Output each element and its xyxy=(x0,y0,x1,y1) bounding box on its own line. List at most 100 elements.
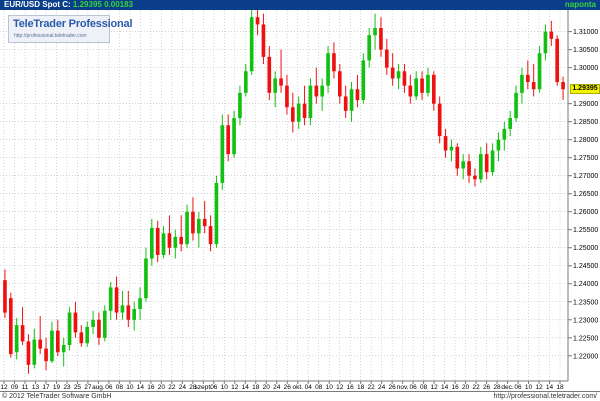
candle-up xyxy=(502,128,507,140)
symbol-readout: EUR/USD Spot C: 1.29395 0.00183 xyxy=(4,0,133,10)
candle-down xyxy=(73,312,78,333)
x-tick-label: 12 xyxy=(231,384,239,391)
candle-up xyxy=(273,78,278,93)
candle-down xyxy=(561,82,565,90)
candle-down xyxy=(443,136,448,151)
candle-down xyxy=(191,211,195,234)
x-tick-label: 27 xyxy=(84,384,92,391)
y-tick-label: 1.22000 xyxy=(573,353,598,360)
x-tick-label: 10 xyxy=(126,384,134,391)
candle-down xyxy=(167,233,172,248)
candle-down xyxy=(285,85,289,108)
candle-up xyxy=(214,182,219,245)
period-label: naponta xyxy=(564,0,596,9)
candle-up xyxy=(367,35,372,61)
y-tick-label: 1.24500 xyxy=(573,263,598,270)
logo-url: http://professional.teletrader.com xyxy=(14,33,87,39)
candle-down xyxy=(473,175,477,180)
x-tick-label: 25 xyxy=(74,384,82,391)
x-tick-label: 20 xyxy=(158,384,166,391)
x-tick-label: 16 xyxy=(451,384,459,391)
y-tick-label: 1.25500 xyxy=(573,227,598,234)
candle-down xyxy=(355,89,360,101)
candle-down xyxy=(402,71,407,86)
candle-up xyxy=(61,344,66,353)
candle-down xyxy=(302,103,307,119)
candle-up xyxy=(361,60,366,101)
candle-up xyxy=(396,71,401,79)
candle-down xyxy=(555,38,560,83)
candle-up xyxy=(349,89,354,111)
x-tick-label: 10 xyxy=(221,384,229,391)
candle-down xyxy=(114,287,119,313)
candle-up xyxy=(149,227,154,259)
candle-up xyxy=(132,308,137,320)
candle-up xyxy=(238,92,242,119)
candle-down xyxy=(484,154,489,173)
x-tick-label: 28 xyxy=(493,384,501,391)
x-tick-label: 11 xyxy=(22,384,29,391)
x-tick-label: 10 xyxy=(326,384,334,391)
candle-up xyxy=(138,298,142,309)
candle-up xyxy=(520,74,524,93)
candle-down xyxy=(208,226,213,245)
symbol-name: EUR/USD Spot xyxy=(4,0,60,9)
candle-down xyxy=(20,325,25,342)
y-tick-label: 1.28500 xyxy=(573,119,598,126)
x-tick-label: 12 xyxy=(336,384,344,391)
x-tick-label: 20 xyxy=(263,384,271,391)
candle-down xyxy=(26,341,31,365)
last-price-marker: 1.29395 xyxy=(570,84,600,95)
candle-up xyxy=(144,258,148,299)
candle-up xyxy=(490,150,495,173)
y-tick-label: 1.24000 xyxy=(573,281,598,288)
candle-up xyxy=(373,28,377,36)
candle-up xyxy=(220,125,225,183)
x-tick-label: 13 xyxy=(32,384,40,391)
candle-down xyxy=(337,71,342,97)
change-value: 0.00183 xyxy=(104,0,133,9)
candle-up xyxy=(173,236,178,248)
candle-down xyxy=(226,125,231,155)
candle-up xyxy=(514,92,518,119)
candle-up xyxy=(449,146,454,151)
candle-up xyxy=(326,53,330,86)
candle-up xyxy=(320,85,325,97)
candle-down xyxy=(420,78,424,93)
x-tick-label: 24 xyxy=(179,384,187,391)
x-tick-label: 23 xyxy=(63,384,71,391)
y-tick-label: 1.27500 xyxy=(573,155,598,162)
candle-down xyxy=(255,17,260,25)
candle-down xyxy=(455,146,460,169)
x-tick-label: 18 xyxy=(556,384,564,391)
x-tick-label: 26 xyxy=(284,384,292,391)
y-tick-label: 1.26000 xyxy=(573,209,598,216)
candle-up xyxy=(161,233,166,255)
x-tick-label: 22 xyxy=(368,384,376,391)
chart-header: EUR/USD Spot C: 1.29395 0.00183 naponta xyxy=(0,0,600,10)
candle-down xyxy=(384,49,389,68)
candle-down xyxy=(155,227,160,255)
y-tick-label: 1.30500 xyxy=(573,47,598,54)
y-tick-label: 1.25000 xyxy=(573,245,598,252)
candle-up xyxy=(508,118,513,129)
candlestick-chart[interactable]: 1.22000 1.22500 1.23000 1.23500 1.24000 1.245… xyxy=(0,0,600,400)
x-tick-label: 24 xyxy=(378,384,386,391)
candle-up xyxy=(120,305,125,313)
candle-down xyxy=(549,31,554,39)
plot-background xyxy=(0,10,600,391)
candle-up xyxy=(478,154,483,180)
candle-up xyxy=(91,319,95,327)
close-value: 1.29395 xyxy=(72,0,102,9)
candle-up xyxy=(537,53,542,90)
x-tick-label: 14 xyxy=(546,384,554,391)
candle-down xyxy=(290,107,295,122)
candle-down xyxy=(390,67,395,79)
x-tick-label: dec. xyxy=(501,384,513,391)
candle-up xyxy=(414,78,419,97)
logo-brand: TeleTrader Professional xyxy=(13,18,133,30)
x-tick-label: 16 xyxy=(347,384,355,391)
candle-up xyxy=(543,31,548,54)
x-tick-label: 22 xyxy=(472,384,480,391)
y-tick-label: 1.28000 xyxy=(573,137,598,144)
